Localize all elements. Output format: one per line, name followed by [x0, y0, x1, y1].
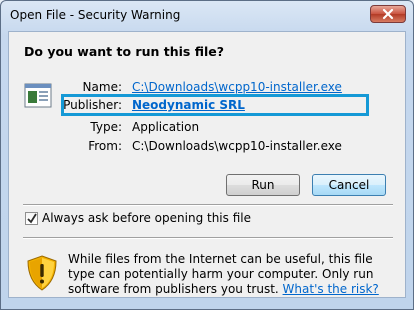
publisher-label: Publisher:	[63, 98, 122, 112]
run-button[interactable]: Run	[226, 174, 300, 196]
security-shield-warning-icon	[27, 255, 57, 291]
title-bar[interactable]: Open File - Security Warning	[1, 1, 413, 31]
name-label: Name:	[82, 80, 122, 94]
whats-the-risk-link[interactable]: What's the risk?	[283, 282, 379, 296]
type-label: Type:	[90, 120, 122, 134]
type-value: Application	[132, 120, 200, 134]
divider	[23, 204, 393, 206]
warning-text-block: While files from the Internet can be use…	[68, 252, 388, 297]
file-name-link[interactable]: C:\Downloads\wcpp10-installer.exe	[132, 80, 342, 94]
checkmark-icon	[27, 213, 37, 224]
from-label: From:	[88, 139, 122, 153]
dialog-content: Do you want to run this file? Name: C:\D…	[8, 31, 406, 298]
always-ask-label[interactable]: Always ask before opening this file	[42, 211, 251, 225]
publisher-link[interactable]: Neodynamic SRL	[132, 98, 245, 112]
from-value: C:\Downloads\wcpp10-installer.exe	[132, 139, 342, 153]
always-ask-checkbox[interactable]	[25, 212, 38, 225]
window-title: Open File - Security Warning	[10, 8, 181, 22]
dialog-question: Do you want to run this file?	[24, 44, 224, 59]
divider	[23, 237, 393, 239]
security-warning-window: Open File - Security Warning Do you want…	[0, 0, 414, 310]
cancel-button[interactable]: Cancel	[312, 174, 386, 196]
close-button[interactable]	[370, 5, 406, 23]
close-icon	[382, 8, 394, 20]
